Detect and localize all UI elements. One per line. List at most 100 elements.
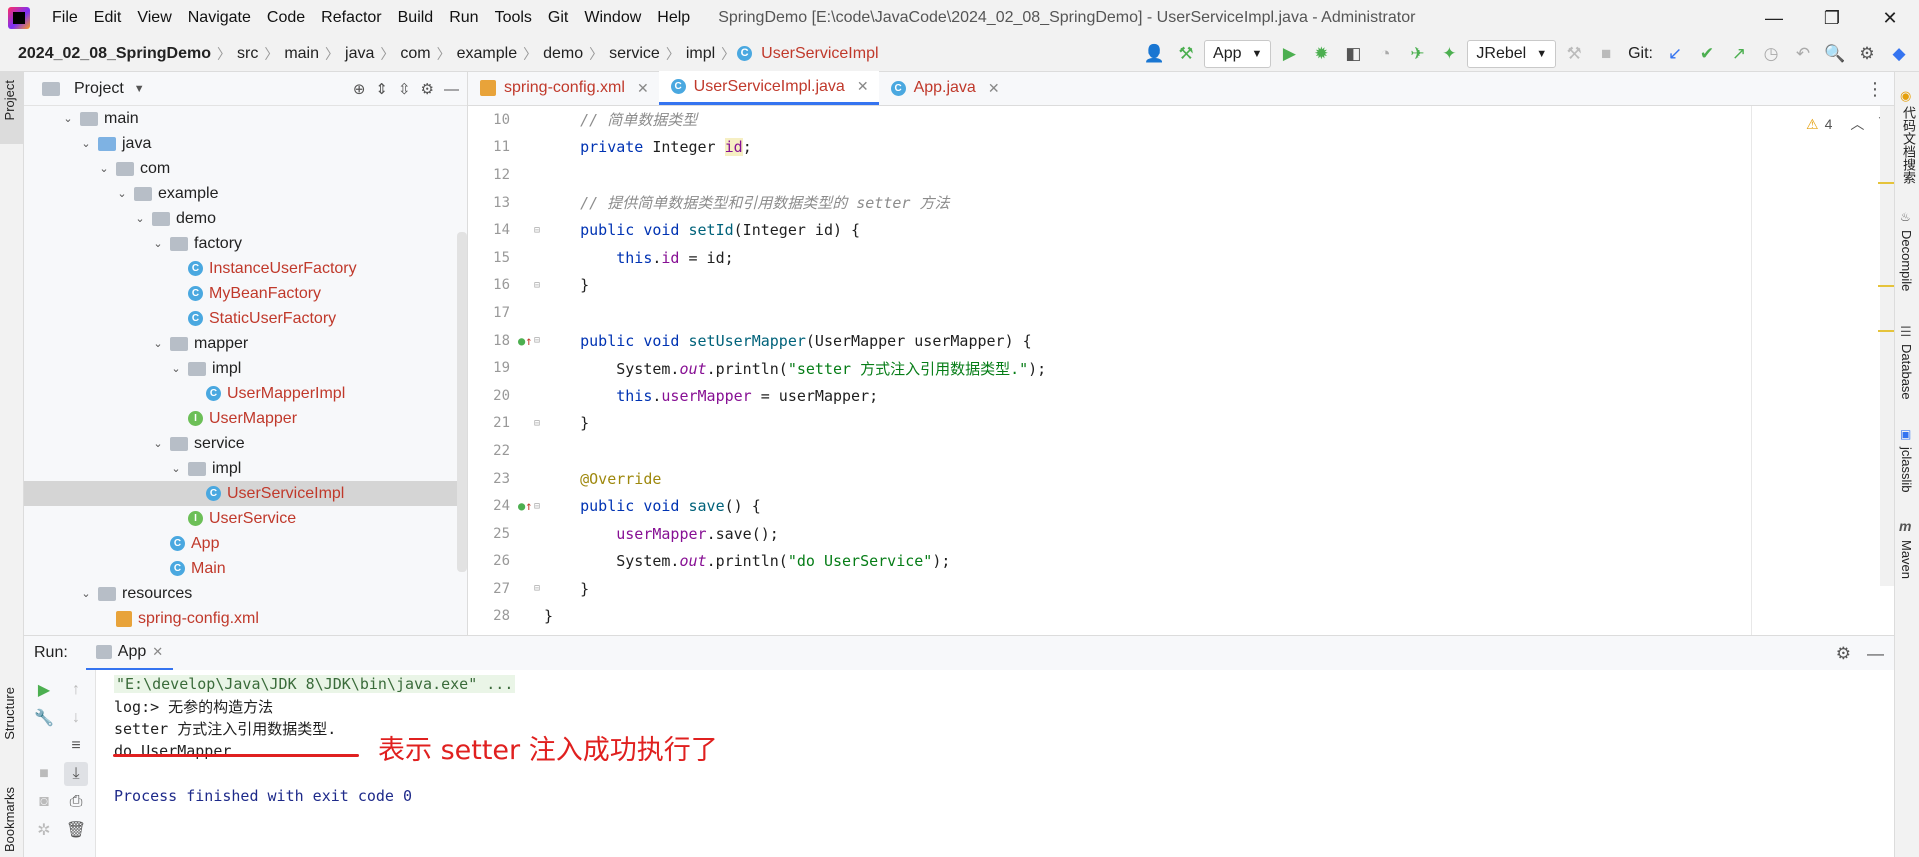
code-line[interactable]: 27 ⊟ } bbox=[493, 575, 1894, 603]
jrebel-select[interactable]: JRebel ▼ bbox=[1467, 40, 1557, 68]
code-line[interactable]: 10 // 简单数据类型 bbox=[493, 106, 1894, 134]
tree-item[interactable]: C MyBeanFactory bbox=[24, 281, 467, 306]
tree-item[interactable]: ⌄ com bbox=[24, 156, 467, 181]
tree-item[interactable]: ⌄ impl bbox=[24, 356, 467, 381]
run-icon[interactable]: ▶ bbox=[1275, 40, 1303, 68]
tree-item[interactable]: spring-config.xml bbox=[24, 606, 467, 631]
chevron-down-icon[interactable]: ▼ bbox=[134, 83, 145, 95]
code-line[interactable]: 11 private Integer id; bbox=[493, 134, 1894, 162]
code-line[interactable]: 23 @Override bbox=[493, 465, 1894, 493]
tree-item[interactable]: C Main bbox=[24, 556, 467, 581]
fold-icon[interactable]: ⊟ bbox=[534, 225, 540, 236]
tree-item[interactable]: C App bbox=[24, 531, 467, 556]
settings-gear-icon[interactable]: ⚙ bbox=[1836, 644, 1851, 664]
tree-item[interactable]: C StaticUserFactory bbox=[24, 306, 467, 331]
close-icon[interactable]: ✕ bbox=[152, 644, 163, 660]
modify-config-icon[interactable]: 🔧 bbox=[32, 706, 56, 730]
run-tab-app[interactable]: App ✕ bbox=[85, 636, 174, 671]
tree-item[interactable]: C UserMapperImpl bbox=[24, 381, 467, 406]
debug-icon[interactable]: ✹ bbox=[1307, 40, 1335, 68]
fold-icon[interactable]: ⊟ bbox=[534, 280, 540, 291]
git-commit-icon[interactable]: ✔ bbox=[1693, 40, 1721, 68]
fold-icon[interactable]: ⊟ bbox=[534, 418, 540, 429]
fold-icon[interactable]: ⊟ bbox=[534, 501, 540, 512]
minimize-button[interactable]: — bbox=[1745, 0, 1803, 36]
collapse-all-icon[interactable]: ⇳ bbox=[398, 80, 411, 98]
warning-marker[interactable] bbox=[1878, 182, 1894, 184]
chevron-down-icon[interactable]: ⌄ bbox=[60, 112, 76, 125]
code-line[interactable]: 20 this.userMapper = userMapper; bbox=[493, 382, 1894, 410]
restore-button[interactable]: ❐ bbox=[1803, 0, 1861, 36]
scroll-to-end-icon[interactable]: ⤓ bbox=[64, 762, 88, 786]
previous-highlight-icon[interactable]: ︿ bbox=[1850, 114, 1864, 134]
chevron-down-icon[interactable]: ⌄ bbox=[114, 187, 130, 200]
scroll-up-icon[interactable]: ↑ bbox=[64, 678, 88, 702]
tree-item[interactable]: ⌄ factory bbox=[24, 231, 467, 256]
warning-marker[interactable] bbox=[1878, 285, 1894, 287]
code-line[interactable]: 14 ⊟ public void setId(Integer id) { bbox=[493, 216, 1894, 244]
git-push-icon[interactable]: ↗ bbox=[1725, 40, 1753, 68]
breadcrumb-item[interactable]: src bbox=[233, 45, 262, 63]
tree-item[interactable]: ⌄ resources bbox=[24, 581, 467, 606]
user-icon[interactable]: 👤 bbox=[1140, 40, 1168, 68]
code-line[interactable]: 24 ●↑ ⊟ public void save() { bbox=[493, 492, 1894, 520]
code-line[interactable]: 15 this.id = id; bbox=[493, 244, 1894, 272]
chevron-down-icon[interactable]: ⌄ bbox=[78, 137, 94, 150]
search-icon[interactable]: 🔍 bbox=[1821, 40, 1849, 68]
database-stripe-label[interactable]: Database bbox=[1899, 344, 1914, 400]
chevron-down-icon[interactable]: ⌄ bbox=[150, 437, 166, 450]
chevron-down-icon[interactable]: ⌄ bbox=[78, 587, 94, 600]
chevron-down-icon[interactable]: ⌄ bbox=[150, 237, 166, 250]
tree-item[interactable]: ⌄ main bbox=[24, 106, 467, 131]
close-icon[interactable]: ✕ bbox=[988, 80, 1000, 97]
fold-icon[interactable]: ⊟ bbox=[534, 583, 540, 594]
code-line[interactable]: 22 bbox=[493, 437, 1894, 465]
code-editor[interactable]: 10 // 简单数据类型 11 private Integer id; 12 13 /… bbox=[468, 106, 1894, 635]
tree-scrollbar[interactable] bbox=[457, 232, 467, 572]
project-stripe-label[interactable]: Project bbox=[2, 80, 17, 120]
tree-item[interactable]: ⌄ java bbox=[24, 131, 467, 156]
tree-item[interactable]: ⌄ demo bbox=[24, 206, 467, 231]
menu-view[interactable]: View bbox=[129, 0, 179, 36]
menu-window[interactable]: Window bbox=[576, 0, 649, 36]
menu-code[interactable]: Code bbox=[259, 0, 313, 36]
camera-icon[interactable]: ◙ bbox=[32, 790, 56, 814]
more-tabs-icon[interactable]: ⋮ bbox=[1866, 72, 1884, 106]
tree-item[interactable]: C InstanceUserFactory bbox=[24, 256, 467, 281]
code-line[interactable]: 16 ⊟ } bbox=[493, 272, 1894, 300]
menu-run[interactable]: Run bbox=[441, 0, 486, 36]
editor-tab[interactable]: C UserServiceImpl.java ✕ bbox=[658, 71, 879, 105]
jclasslib-stripe-label[interactable]: jclasslib bbox=[1899, 447, 1914, 493]
breadcrumb-item[interactable]: service bbox=[605, 45, 664, 63]
hammer-disabled-icon[interactable]: ⚒ bbox=[1560, 40, 1588, 68]
structure-stripe-label[interactable]: Structure bbox=[2, 687, 17, 740]
code-line[interactable]: 18 ●↑ ⊟ public void setUserMapper(UserMapp… bbox=[493, 327, 1894, 355]
editor-tab[interactable]: C App.java ✕ bbox=[879, 71, 1010, 105]
tree-item[interactable]: C UserServiceImpl bbox=[24, 481, 467, 506]
code-line[interactable]: 26 System.out.println("do UserService"); bbox=[493, 548, 1894, 576]
breadcrumb-item[interactable]: UserServiceImpl bbox=[757, 45, 882, 63]
hide-panel-icon[interactable]: — bbox=[444, 81, 459, 98]
soft-wrap-icon[interactable]: ≡ bbox=[64, 734, 88, 758]
options-gear-icon[interactable]: ⚙ bbox=[421, 80, 434, 98]
run-config-select[interactable]: App ▼ bbox=[1204, 40, 1272, 68]
code-line[interactable]: 28} bbox=[493, 603, 1894, 631]
code-line[interactable]: 21 ⊟ } bbox=[493, 410, 1894, 438]
override-gutter-icon[interactable]: ●↑ bbox=[518, 334, 532, 348]
menu-help[interactable]: Help bbox=[649, 0, 698, 36]
jrebel-run-icon[interactable]: ✈ bbox=[1403, 40, 1431, 68]
expand-all-icon[interactable]: ⇕ bbox=[375, 80, 388, 98]
profile-icon[interactable]: ◔ bbox=[1371, 40, 1399, 68]
chevron-down-icon[interactable]: ⌄ bbox=[150, 337, 166, 350]
close-button[interactable]: ✕ bbox=[1861, 0, 1919, 36]
jrebel-debug-icon[interactable]: ✦ bbox=[1435, 40, 1463, 68]
chevron-down-icon[interactable]: ⌄ bbox=[132, 212, 148, 225]
decompile-stripe-label[interactable]: Decompile bbox=[1899, 230, 1914, 291]
tree-item[interactable]: ⌄ service bbox=[24, 431, 467, 456]
scroll-down-icon[interactable]: ↓ bbox=[64, 706, 88, 730]
tree-item[interactable]: ⌄ impl bbox=[24, 456, 467, 481]
stop-icon[interactable]: ■ bbox=[1592, 40, 1620, 68]
close-icon[interactable]: ✕ bbox=[637, 80, 649, 97]
trash-icon[interactable]: 🗑 bbox=[64, 818, 88, 842]
rerun-icon[interactable]: ▶ bbox=[32, 678, 56, 702]
